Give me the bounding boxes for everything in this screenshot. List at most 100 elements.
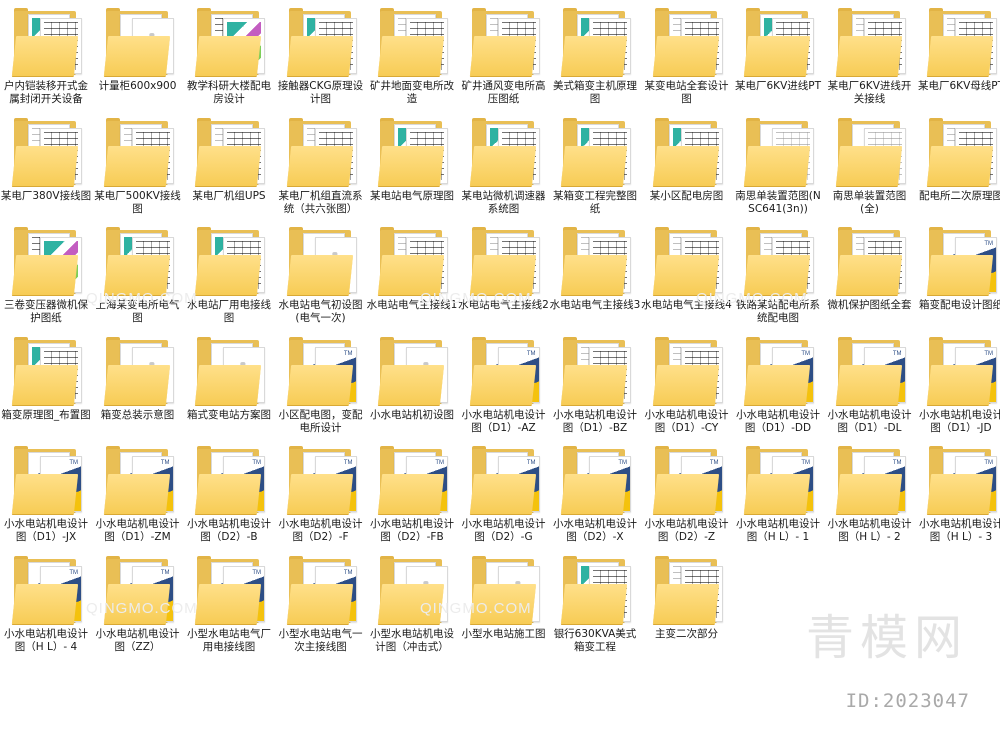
tm-mark: TM	[984, 350, 993, 357]
folder-icon	[189, 335, 269, 407]
watermark-brand: 青模网	[805, 610, 968, 666]
folder-item[interactable]: TMVG小区配电图，变配电所设计	[275, 335, 367, 440]
folder-label: 小水电站机电设计图（D2）-G	[461, 518, 546, 543]
folder-label: 小型水电站电气一次主接线图	[278, 627, 363, 653]
folder-item[interactable]: TMVG小水电站机电设计图（D1）-JD	[915, 335, 1000, 440]
folder-item[interactable]: 主变二次部分	[641, 554, 733, 659]
folder-item[interactable]: TMVG小水电站机电设计图（D2）-Z	[641, 444, 733, 549]
folder-label: 某小区配电房图	[649, 189, 724, 202]
folder-item[interactable]: 三卷变压器微机保护图纸	[0, 225, 92, 330]
folder-item[interactable]: TMVG小水电站机电设计图（D2）-X	[549, 444, 641, 549]
folder-item[interactable]: TMVG小水电站机电设计图（D1）-JX	[0, 444, 92, 549]
folder-item[interactable]: 箱式变电站方案图	[183, 335, 275, 440]
folder-item[interactable]: 银行630KVA美式箱变工程	[549, 554, 641, 659]
folder-item[interactable]: 某电厂6KV进线PT	[732, 6, 824, 111]
folder-label: 箱变原理图_布置图	[1, 408, 91, 421]
folder-item[interactable]: 箱变原理图_布置图	[0, 335, 92, 440]
folder-item[interactable]: 某电厂机组UPS	[183, 116, 275, 221]
folder-label: 某电厂500KV接线图	[94, 189, 181, 215]
folder-label: 小水电站机电设计图（D1）-DL	[827, 408, 912, 434]
folder-label: 小水电站机电设计图（D2）-X	[553, 518, 637, 543]
folder-item[interactable]: 小水电站机电设计图（D1）-CY	[641, 335, 733, 440]
folder-label: 小水电站机电设计图（D2）-Z	[644, 518, 729, 543]
folder-item[interactable]: 矿井通风变电所高压图纸	[458, 6, 550, 111]
folder-item[interactable]: 某箱变工程完整图纸	[549, 116, 641, 221]
folder-item[interactable]: 某电站微机调速器系统图	[458, 116, 550, 221]
folder-item[interactable]: 接触器CKG原理设计图	[275, 6, 367, 111]
folder-icon: TMVG	[6, 444, 86, 516]
folder-icon	[464, 6, 544, 78]
folder-item[interactable]: 水电站电气主接线1	[366, 225, 458, 330]
watermark-faint-text: QINGMO.COM	[420, 290, 532, 307]
folder-icon: TMVG	[98, 444, 178, 516]
folder-item[interactable]: 某电厂500KV接线图	[92, 116, 184, 221]
folder-item[interactable]: 水电站电气主接线3	[549, 225, 641, 330]
folder-label: 小水电站机电设计图（D2）-F	[278, 518, 363, 543]
folder-item[interactable]: 上海某变电所电气图	[92, 225, 184, 330]
folder-item[interactable]: 配电所二次原理图	[915, 116, 1000, 221]
folder-icon	[830, 6, 910, 78]
folder-item[interactable]: 某电厂6KV母线PT	[915, 6, 1000, 111]
folder-item[interactable]: 某电厂6KV进线开关接线	[824, 6, 916, 111]
folder-item[interactable]: 户内铠装移开式金属封闭开关设备	[0, 6, 92, 111]
watermark-id: ID:2023047	[845, 690, 970, 712]
folder-item[interactable]: 美式箱变主机原理图	[549, 6, 641, 111]
folder-item[interactable]: 南思单装置范图(NSC641(3n))	[732, 116, 824, 221]
folder-icon: TMVG	[830, 444, 910, 516]
folder-icon	[738, 116, 818, 188]
folder-label: 某电站微机调速器系统图	[461, 189, 546, 215]
folder-item[interactable]: TMVG小水电站机电设计图（D2）-B	[183, 444, 275, 549]
folder-item[interactable]: 计量柜600x900	[92, 6, 184, 111]
folder-item[interactable]: 教学科研大楼配电房设计	[183, 6, 275, 111]
folder-icon: TMVG	[281, 554, 361, 626]
tm-mark: TM	[160, 569, 170, 576]
folder-icon	[372, 335, 452, 407]
folder-item[interactable]: TMVG小水电站机电设计图（H L）- 2	[824, 444, 916, 549]
folder-icon	[464, 116, 544, 188]
folder-item[interactable]: TMVG小型水电站电气一次主接线图	[275, 554, 367, 659]
folder-item[interactable]: TMVG小水电站机电设计图（D1）-AZ	[458, 335, 550, 440]
folder-item[interactable]: 某电厂380V接线图	[0, 116, 92, 221]
folder-item[interactable]: TMVG小水电站机电设计图（D2）-G	[458, 444, 550, 549]
folder-item[interactable]: TMVG小水电站机电设计图（D2）-F	[275, 444, 367, 549]
folder-label: 水电站电气初设图(电气一次)	[278, 299, 363, 324]
folder-item[interactable]: 水电站电气主接线4	[641, 225, 733, 330]
folder-icon: TMVG	[647, 444, 727, 516]
folder-item[interactable]: 箱变总装示意图	[92, 335, 184, 440]
folder-icon: TMVG	[921, 444, 1000, 516]
folder-icon	[647, 116, 727, 188]
folder-item[interactable]: 水电站厂用电接线图	[183, 225, 275, 330]
folder-icon	[189, 116, 269, 188]
folder-item[interactable]: TMVG小水电站机电设计图（D2）-FB	[366, 444, 458, 549]
folder-item[interactable]: TMVG小水电站机电设计图（H L）- 4	[0, 554, 92, 659]
folder-item[interactable]: TMVG小水电站机电设计图（D1）-DD	[732, 335, 824, 440]
folder-item[interactable]: 水电站电气初设图(电气一次)	[275, 225, 367, 330]
folder-item[interactable]: 水电站电气主接线2	[458, 225, 550, 330]
folder-label: 南思单装置范图(NSC641(3n))	[735, 189, 821, 215]
folder-item[interactable]: TMVG 箱变配电设计图纸	[915, 225, 1000, 330]
folder-item[interactable]: 某电站电气原理图	[366, 116, 458, 221]
folder-label: 微机保护图纸全套	[827, 299, 912, 311]
folder-label: 小型水电站施工图	[461, 627, 546, 640]
folder-icon	[555, 335, 635, 407]
folder-icon	[647, 554, 727, 626]
folder-icon	[647, 225, 727, 297]
folder-item[interactable]: TMVG小水电站机电设计图（D1）-DL	[824, 335, 916, 440]
folder-item[interactable]: 某电厂机组直流系统（共六张图）	[275, 116, 367, 221]
folder-icon	[98, 6, 178, 78]
tm-mark: TM	[984, 241, 993, 247]
folder-icon	[647, 335, 727, 407]
folder-item[interactable]: 某变电站全套设计图	[641, 6, 733, 111]
folder-item[interactable]: 某小区配电房图	[641, 116, 733, 221]
folder-label: 小水电站机电设计图（ZZ）	[95, 627, 180, 653]
folder-item[interactable]: 微机保护图纸全套	[824, 225, 916, 330]
folder-item[interactable]: 小水电站机初设图	[366, 335, 458, 440]
folder-item[interactable]: 铁路某站配电所系统配电图	[732, 225, 824, 330]
folder-item[interactable]: 矿井地面变电所改造	[366, 6, 458, 111]
folder-item[interactable]: TMVG小水电站机电设计图（H L）- 3	[915, 444, 1000, 549]
folder-item[interactable]: TMVG小水电站机电设计图（D1）-ZM	[92, 444, 184, 549]
folder-item[interactable]: TMVG小水电站机电设计图（H L）- 1	[732, 444, 824, 549]
folder-label: 小水电站机电设计图（H L）- 1	[736, 518, 820, 543]
folder-item[interactable]: 南思单装置范图(全)	[824, 116, 916, 221]
folder-item[interactable]: 小水电站机电设计图（D1）-BZ	[549, 335, 641, 440]
